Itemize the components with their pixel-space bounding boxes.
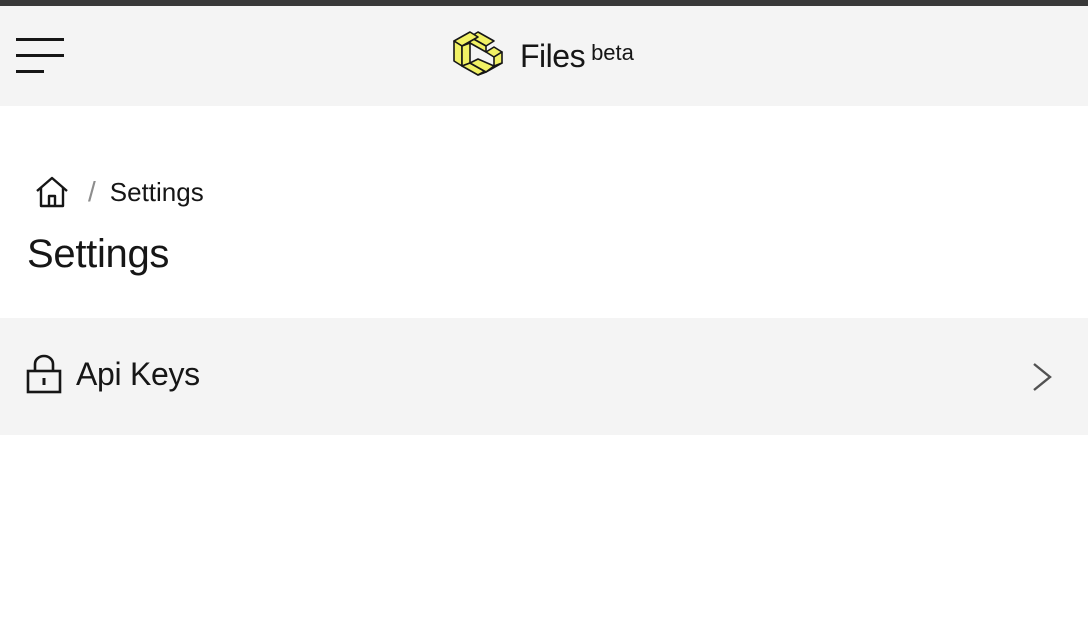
hamburger-menu-icon [16,38,64,73]
settings-list: Api Keys [0,318,1088,435]
settings-item-label: Api Keys [76,356,200,392]
settings-item-api-keys[interactable]: Api Keys [0,318,1088,435]
breadcrumb: / Settings [34,172,204,212]
breadcrumb-separator: / [88,176,96,207]
chevron-right-icon [1033,363,1052,391]
menu-button[interactable] [14,36,66,76]
home-icon[interactable] [34,174,70,210]
lock-icon [26,354,62,394]
breadcrumb-current: Settings [109,176,204,207]
brand-tag: beta [591,40,634,65]
app-header: Files beta [0,6,1088,106]
page-title: Settings [27,232,170,276]
brand[interactable]: Files beta [450,28,634,84]
brand-name: Files [520,37,586,74]
brand-logo-icon [453,31,503,76]
